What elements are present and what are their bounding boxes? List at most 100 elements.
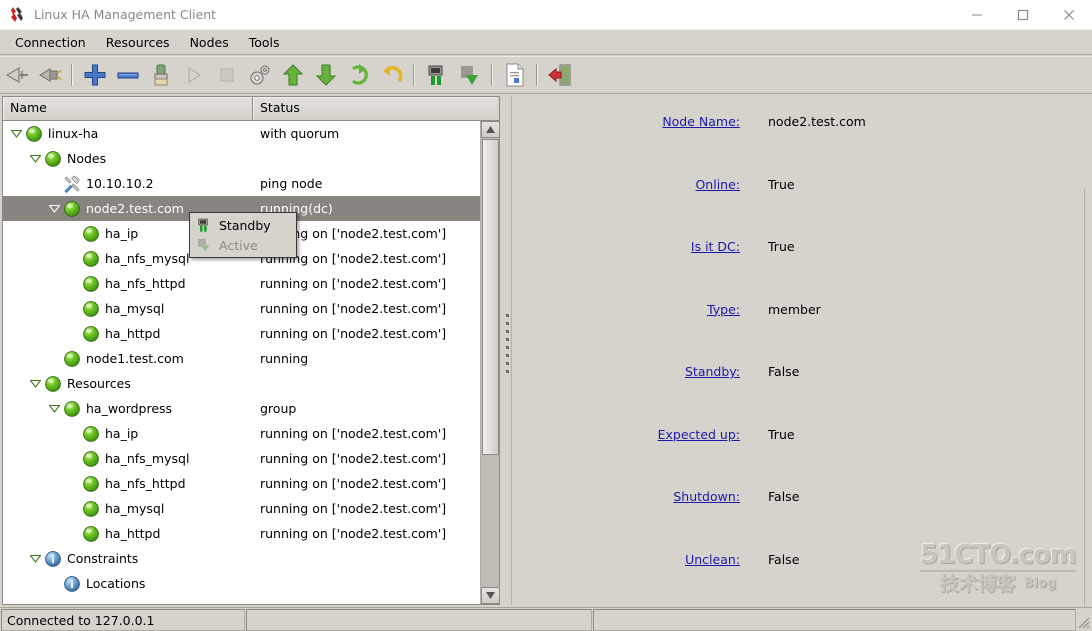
resize-grip-icon[interactable] [1076,615,1090,629]
green-ball-icon [83,300,99,317]
detail-label[interactable]: Is it DC: [512,221,740,254]
tree-row[interactable]: ha_ip running on ['node2.test.com'] [3,421,480,446]
migrate-up-icon[interactable] [276,58,309,91]
tree-expander[interactable] [28,552,42,566]
tree-row[interactable]: Resources [3,371,480,396]
tree-row-status: running on ['node2.test.com'] [260,426,447,441]
window-controls [954,0,1092,30]
tree-row[interactable]: ha_httpd running on ['node2.test.com'] [3,321,480,346]
detail-value: True [768,426,795,442]
tree-expander[interactable] [47,202,61,216]
app-icon [4,2,30,28]
tree-row[interactable]: Nodes [3,146,480,171]
disconnect-icon[interactable] [33,58,66,91]
refresh-icon[interactable] [342,58,375,91]
tree-row-name: Constraints [67,551,139,566]
tree-row[interactable]: 10.10.10.2 ping node [3,171,480,196]
detail-label[interactable]: Unclean: [512,534,740,567]
detail-value: True [768,239,795,254]
tools-icon [63,174,81,193]
stop-glyph [220,68,233,81]
tree-expander[interactable] [28,152,42,166]
minimize-button[interactable] [954,0,1000,30]
arrow-up-glyph [282,63,303,85]
detail-label[interactable]: Online: [512,159,740,192]
detail-label[interactable]: Shutdown: [512,471,740,504]
tree-expander[interactable] [47,402,61,416]
menu-resources[interactable]: Resources [97,32,179,53]
standby-icon[interactable] [420,58,453,91]
undo-icon[interactable] [375,58,408,91]
tree-row[interactable]: ha_mysql running on ['node2.test.com'] [3,496,480,521]
tree-row-status: running on ['node2.test.com'] [260,526,447,541]
toolbar-separator [71,63,73,86]
splitter-grip[interactable] [506,314,509,373]
tree-vertical-scrollbar[interactable] [480,121,499,604]
cleanup-icon[interactable] [144,58,177,91]
maximize-button[interactable] [1000,0,1046,30]
green-ball-icon [82,325,100,343]
tree-row-name: ha_httpd [105,326,161,341]
scrollbar-thumb[interactable] [482,139,499,455]
menu-nodes[interactable]: Nodes [181,32,238,53]
connect-glyph [5,66,28,83]
scroll-down-button[interactable] [481,587,499,604]
green-ball-icon [44,150,62,168]
tree-row-name: ha_httpd [105,526,161,541]
tree-expander[interactable] [9,127,23,141]
menu-tools[interactable]: Tools [240,32,289,53]
tree-row-name: linux-ha [48,126,99,141]
close-button[interactable] [1046,0,1092,30]
add-icon[interactable] [78,58,111,91]
tree-expander[interactable] [28,377,42,391]
detail-row: Online: True [512,159,1084,222]
tree-row[interactable]: ha_nfs_mysql running on ['node2.test.com'… [3,446,480,471]
green-ball-icon [83,525,99,542]
detail-value: False [768,551,800,567]
remove-icon[interactable] [111,58,144,91]
detail-label[interactable]: Expected up: [512,409,740,442]
tree-row[interactable]: ha_httpd running on ['node2.test.com'] [3,521,480,546]
context-menu-item-standby[interactable]: Standby [190,215,296,235]
scroll-up-button[interactable] [481,121,499,138]
active-icon[interactable] [453,58,486,91]
tree-row[interactable]: linux-ha with quorum [3,121,480,146]
detail-row: Unclean: False [512,534,1084,597]
twisty-open-icon [48,404,60,413]
green-ball-icon [45,375,61,392]
standby-icon [196,217,212,233]
tree-row[interactable]: ha_nfs_httpd running on ['node2.test.com'… [3,271,480,296]
node-details-list: Node Name: node2.test.com Online: True Is it… [512,96,1084,596]
green-ball-icon [45,150,61,167]
stop-icon[interactable] [210,58,243,91]
connect-icon[interactable] [0,58,33,91]
green-ball-icon [82,500,100,518]
detail-value: False [768,364,800,379]
detail-label[interactable]: Node Name: [512,96,740,129]
standby-glyph [428,65,442,85]
start-icon[interactable] [177,58,210,91]
column-header-name[interactable]: Name [3,97,253,120]
green-ball-icon [83,325,99,342]
migrate-down-icon[interactable] [309,58,342,91]
green-ball-icon [82,300,100,318]
document-glyph [506,63,523,86]
column-header-status[interactable]: Status [253,97,497,120]
exit-icon[interactable] [543,58,576,91]
detail-label[interactable]: Type: [512,284,740,317]
manage-icon[interactable] [243,58,276,91]
document-icon[interactable] [498,58,531,91]
tree-row[interactable]: ha_mysql running on ['node2.test.com'] [3,296,480,321]
tree-row[interactable]: node1.test.com running [3,346,480,371]
tree-row[interactable]: ha_nfs_httpd running on ['node2.test.com'… [3,471,480,496]
tree-row[interactable]: Locations [3,571,480,596]
detail-label[interactable]: Standby: [512,346,740,379]
context-menu-item-active[interactable]: Active [190,235,296,255]
green-ball-icon [26,125,42,142]
tree-row[interactable]: ha_wordpress group [3,396,480,421]
tree-row[interactable]: Constraints [3,546,480,571]
gears-glyph [250,65,269,84]
brush-glyph [154,64,167,85]
green-ball-icon [83,475,99,492]
menu-connection[interactable]: Connection [6,32,95,53]
